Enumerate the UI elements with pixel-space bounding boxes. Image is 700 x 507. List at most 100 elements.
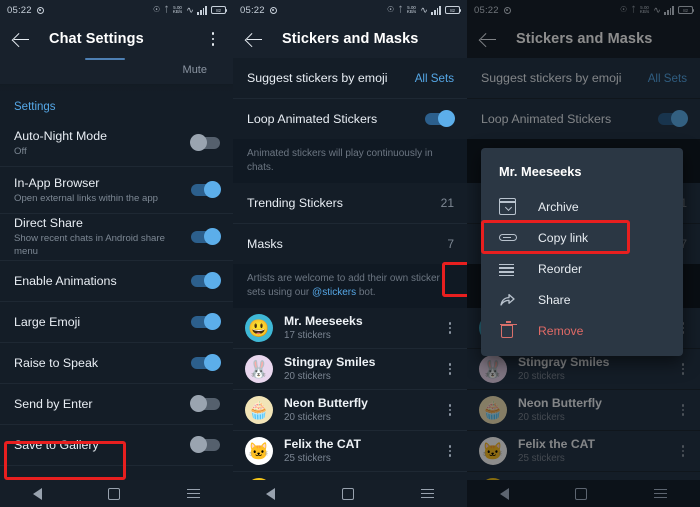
list-item[interactable]: 😃 Mr. Meeseeks 17 stickers: [233, 308, 467, 348]
status-bar-1: 05:22 ☉ ᛏ 5.00 KB/s ∿ 82: [0, 0, 233, 20]
sticker-pack-count: 25 stickers: [518, 453, 565, 464]
row-send-by-enter[interactable]: Send by Enter: [0, 384, 233, 424]
panel-stickers-and-masks: 05:22 ☉ ᛏ 5.00 KB/s ∿ 82 Stickers and Mas…: [233, 0, 467, 507]
toggle-in-app-browser[interactable]: [191, 181, 221, 199]
sticker-pack-list: 😃 Mr. Meeseeks 17 stickers 🐰 Stingray Sm…: [233, 308, 467, 507]
menu-item-label: Share: [538, 292, 571, 307]
menu-item-archive[interactable]: Archive: [481, 191, 683, 222]
nfc-icon: ∿: [653, 4, 661, 15]
nav-home-icon[interactable]: [341, 487, 354, 500]
record-dot-icon: [36, 6, 44, 14]
sticker-pack-thumbnail: 😃: [245, 314, 273, 342]
record-dot-icon: [269, 6, 277, 14]
row-raise-to-speak[interactable]: Raise to Speak: [0, 343, 233, 383]
nav-recents-icon[interactable]: [653, 488, 667, 499]
sticker-pack-count: 20 stickers: [284, 412, 331, 423]
row-save-to-gallery[interactable]: Save to Gallery: [0, 425, 233, 465]
menu-item-label: Copy link: [538, 230, 589, 245]
toggle-direct-share[interactable]: [191, 228, 221, 246]
nav-back-icon[interactable]: [266, 487, 276, 500]
toggle-loop-animated-stickers[interactable]: [425, 110, 455, 128]
toggle-enable-animations[interactable]: [191, 272, 221, 290]
menu-item-remove[interactable]: Remove: [481, 315, 683, 346]
bluetooth-icon: ᛏ: [631, 5, 636, 14]
sticker-pack-thumbnail: 🐱: [245, 437, 273, 465]
back-button[interactable]: [12, 30, 31, 49]
nav-home-icon[interactable]: [108, 487, 121, 500]
menu-item-share[interactable]: Share: [481, 284, 683, 315]
nav-recents-icon[interactable]: [420, 488, 434, 499]
list-item[interactable]: 🐱 Felix the CAT 25 stickers: [467, 431, 700, 471]
nav-back-icon[interactable]: [33, 487, 43, 500]
sticker-pack-overflow-button[interactable]: [676, 360, 690, 378]
menu-item-reorder[interactable]: Reorder: [481, 253, 683, 284]
sticker-pack-overflow-button[interactable]: [443, 319, 457, 337]
sticker-pack-overflow-button[interactable]: [443, 401, 457, 419]
row-auto-night-mode[interactable]: Auto-Night Mode Off: [0, 120, 233, 166]
row-title: Direct Share: [14, 216, 83, 230]
row-title: Send by Enter: [14, 396, 93, 411]
nfc-icon: ∿: [186, 4, 194, 15]
list-item[interactable]: 🧁 Neon Butterfly 20 stickers: [233, 390, 467, 430]
trash-icon: [499, 321, 517, 339]
location-icon: ☉: [386, 5, 395, 14]
screenshot-stage: 05:22 ☉ ᛏ 5.00 KB/s ∿ 82 Chat Settings Mu…: [0, 0, 700, 507]
app-bar-stickers-dim: Stickers and Masks: [467, 20, 700, 58]
row-title: Trending Stickers: [247, 195, 343, 210]
android-nav-bar-3: [467, 480, 700, 507]
toggle-raise-to-speak[interactable]: [191, 354, 221, 372]
row-title: Suggest stickers by emoji: [481, 70, 622, 85]
row-subtitle: Open external links within the app: [14, 192, 158, 204]
link-icon: [498, 229, 517, 246]
row-enable-animations[interactable]: Enable Animations: [0, 261, 233, 301]
status-bar-left: 05:22: [240, 5, 277, 16]
list-item[interactable]: 🐰 Stingray Smiles 20 stickers: [233, 349, 467, 389]
row-suggest-stickers-by-emoji[interactable]: Suggest stickers by emoji All Sets: [467, 58, 700, 98]
sticker-pack-overflow-button[interactable]: [443, 360, 457, 378]
toggle-loop-animated-stickers[interactable]: [658, 110, 688, 128]
row-loop-animated-stickers[interactable]: Loop Animated Stickers: [233, 99, 467, 139]
row-direct-share[interactable]: Direct Share Show recent chats in Androi…: [0, 214, 233, 260]
back-button[interactable]: [245, 30, 264, 49]
kebab-menu-icon[interactable]: [205, 30, 221, 48]
row-suggest-stickers-by-emoji[interactable]: Suggest stickers by emoji All Sets: [233, 58, 467, 98]
list-item[interactable]: 🐱 Felix the CAT 25 stickers: [233, 431, 467, 471]
sticker-pack-count: 20 stickers: [518, 371, 565, 382]
sticker-pack-thumbnail: 🐱: [479, 437, 507, 465]
hint-artists: Artists are welcome to add their own sti…: [233, 264, 467, 308]
toggle-auto-night-mode[interactable]: [190, 134, 220, 152]
list-item[interactable]: 🧁 Neon Butterfly 20 stickers: [467, 390, 700, 430]
toggle-send-by-enter[interactable]: [190, 395, 220, 413]
row-large-emoji[interactable]: Large Emoji: [0, 302, 233, 342]
sticker-pack-count: 25 stickers: [284, 453, 331, 464]
tab-mute[interactable]: Mute: [183, 64, 207, 76]
nav-recents-icon[interactable]: [186, 488, 200, 499]
stickers-bot-link[interactable]: @stickers: [312, 287, 356, 298]
row-trending-stickers[interactable]: Trending Stickers 21: [233, 183, 467, 223]
back-button[interactable]: [479, 30, 498, 49]
sticker-pack-overflow-button[interactable]: [443, 442, 457, 460]
battery-icon: 82: [445, 6, 462, 14]
tab-strip: Mute: [0, 58, 233, 84]
nav-back-icon[interactable]: [500, 487, 510, 500]
menu-item-label: Remove: [538, 323, 584, 338]
context-menu-title: Mr. Meeseeks: [499, 164, 582, 179]
sticker-pack-overflow-button[interactable]: [676, 401, 690, 419]
hint-animated-stickers: Animated stickers will play continuously…: [233, 139, 467, 183]
bluetooth-icon: ᛏ: [398, 5, 403, 14]
sticker-pack-name: Stingray Smiles: [284, 355, 376, 369]
toggle-large-emoji[interactable]: [191, 313, 221, 331]
sticker-pack-overflow-button[interactable]: [676, 442, 690, 460]
row-loop-animated-stickers[interactable]: Loop Animated Stickers: [467, 99, 700, 139]
row-in-app-browser[interactable]: In-App Browser Open external links withi…: [0, 167, 233, 213]
status-time: 05:22: [7, 4, 32, 16]
toggle-save-to-gallery[interactable]: [190, 436, 220, 454]
sticker-pack-thumbnail: 🧁: [245, 396, 273, 424]
row-value: All Sets: [414, 71, 454, 85]
row-masks[interactable]: Masks 7: [233, 224, 467, 264]
row-value: All Sets: [647, 71, 687, 85]
status-bar-left: 05:22: [474, 5, 511, 16]
menu-item-copy-link[interactable]: Copy link: [481, 222, 683, 253]
row-title: In-App Browser: [14, 175, 100, 190]
nav-home-icon[interactable]: [575, 487, 588, 500]
